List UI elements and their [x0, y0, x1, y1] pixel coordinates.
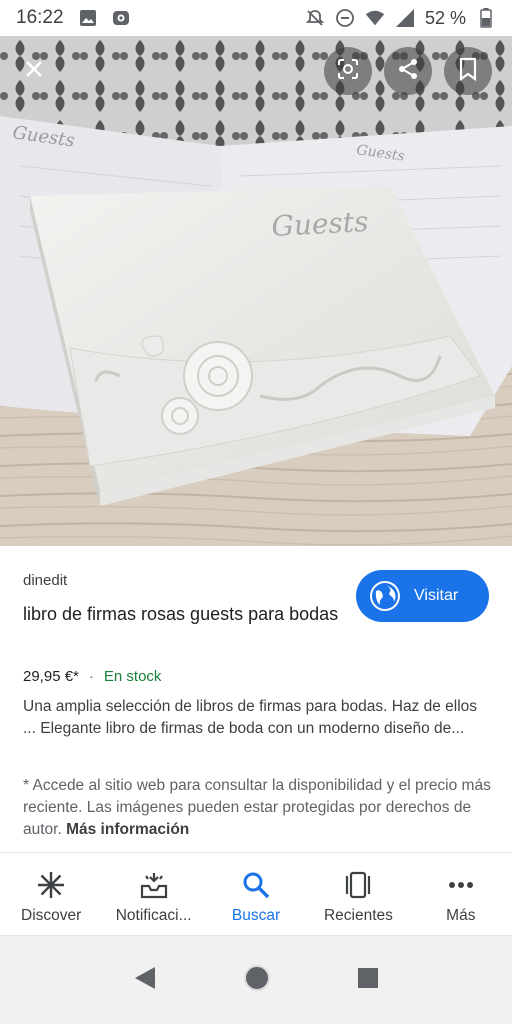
- signal-icon: [395, 8, 415, 28]
- search-icon: [240, 869, 272, 901]
- gallery-icon: [78, 8, 98, 28]
- product-image: Guests Guests Guests: [0, 36, 512, 546]
- availability: En stock: [103, 668, 162, 685]
- svg-text:Guests: Guests: [271, 205, 370, 243]
- nav-label: Notificaci...: [115, 907, 192, 924]
- share-icon: [396, 57, 420, 86]
- battery-level: 52 %: [424, 7, 466, 28]
- visit-label: Visitar: [414, 587, 459, 604]
- battery-icon: [476, 8, 496, 28]
- close-button[interactable]: [10, 47, 58, 95]
- status-time: 16:22: [16, 7, 64, 28]
- price: 29,95 €*: [23, 668, 79, 685]
- separator: ·: [88, 668, 94, 685]
- wifi-icon: [365, 8, 385, 28]
- nav-recents[interactable]: Recientes: [307, 853, 409, 935]
- nav-discover[interactable]: Discover: [0, 853, 102, 935]
- bookmark-icon: [458, 57, 478, 86]
- visit-button[interactable]: Visitar: [356, 570, 489, 622]
- recents-icon: [342, 869, 374, 901]
- nav-label: Recientes: [323, 907, 393, 924]
- globe-icon: [370, 581, 400, 611]
- more-info-link[interactable]: Más información: [66, 821, 189, 838]
- nav-search[interactable]: Buscar: [205, 853, 307, 935]
- close-icon: [24, 59, 44, 84]
- nav-label: Más: [446, 907, 476, 924]
- home-icon[interactable]: [243, 964, 271, 997]
- lens-button[interactable]: [324, 47, 372, 95]
- nav-label: Discover: [21, 907, 82, 924]
- disclaimer: * Accede al sitio web para consultar la …: [23, 775, 493, 841]
- bookmark-button[interactable]: [444, 47, 492, 95]
- bottom-nav: Discover Notificaci... Buscar Recientes …: [0, 852, 512, 936]
- status-bar: 16:22 52 %: [0, 0, 512, 36]
- result-title[interactable]: libro de firmas rosas guests para bodas: [23, 600, 343, 628]
- nav-more[interactable]: Más: [410, 853, 512, 935]
- mute-icon: [305, 8, 325, 28]
- lens-icon: [336, 57, 360, 86]
- overview-icon[interactable]: [357, 967, 379, 994]
- asterisk-icon: [35, 869, 67, 901]
- share-button[interactable]: [384, 47, 432, 95]
- nav-label: Buscar: [231, 907, 281, 924]
- system-nav-bar: [0, 936, 512, 1024]
- lens-notification-icon: [112, 8, 132, 28]
- result-source[interactable]: dinedit: [23, 572, 67, 589]
- price-row: 29,95 €* · En stock: [23, 668, 161, 685]
- dnd-icon: [335, 8, 355, 28]
- result-description: Una amplia selección de libros de firmas…: [23, 698, 478, 737]
- back-icon[interactable]: [133, 965, 157, 996]
- more-icon: [445, 869, 477, 901]
- inbox-bell-icon: [138, 869, 170, 901]
- nav-notifications[interactable]: Notificaci...: [102, 853, 204, 935]
- image-viewer[interactable]: Guests Guests Guests: [0, 36, 512, 546]
